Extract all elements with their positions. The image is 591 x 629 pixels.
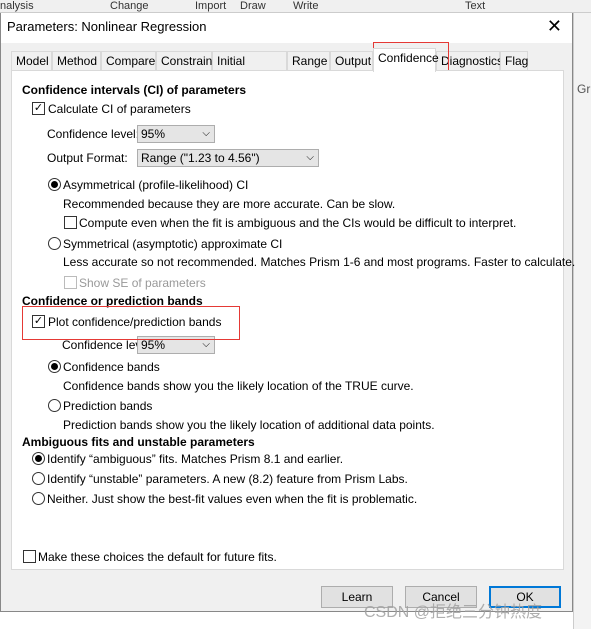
neither-radio[interactable] <box>32 492 45 505</box>
conf-bands-desc: Confidence bands show you the likely loc… <box>63 379 414 393</box>
calc-ci-checkbox[interactable]: ✓ <box>32 102 45 115</box>
title-bar: Parameters: Nonlinear Regression ✕ <box>1 13 572 43</box>
watermark: CSDN @拒绝三分钟热度 <box>364 604 543 621</box>
nonlinear-regression-dialog: Parameters: Nonlinear Regression ✕ Model… <box>0 12 576 612</box>
asym-label: Asymmetrical (profile-likelihood) CI <box>63 178 249 192</box>
tab-method[interactable]: Method <box>52 51 101 70</box>
se-checkbox[interactable] <box>64 276 77 289</box>
tab-initial-values[interactable]: Initial values <box>212 51 287 87</box>
chevron-down-icon: ⌵ <box>202 128 210 139</box>
close-icon[interactable]: ✕ <box>547 16 562 37</box>
pred-bands-radio[interactable] <box>48 399 61 412</box>
neither-label: Neither. Just show the best-fit values e… <box>47 492 418 506</box>
format-label: Output Format: <box>47 151 128 165</box>
bg-menu-item: Draw <box>240 0 266 12</box>
tab-model[interactable]: Model <box>11 51 52 70</box>
dialog-title: Parameters: Nonlinear Regression <box>7 19 207 34</box>
format-select[interactable]: Range ("1.23 to 4.56") ⌵ <box>137 149 319 167</box>
ambiguous-radio[interactable] <box>32 452 45 465</box>
unstable-radio[interactable] <box>32 472 45 485</box>
ci-level-select[interactable]: 95% ⌵ <box>137 125 215 143</box>
ambiguous-label: Identify “ambiguous” fits. Matches Prism… <box>47 452 344 466</box>
tab-confidence[interactable]: Confidence <box>373 48 439 72</box>
sym-desc: Less accurate so not recommended. Matche… <box>63 255 576 269</box>
se-label: Show SE of parameters <box>79 276 206 290</box>
bg-text: Gr <box>577 82 591 96</box>
asym-desc: Recommended because they are more accura… <box>63 197 396 211</box>
default-checkbox[interactable] <box>23 550 36 563</box>
tab-output[interactable]: Output <box>330 51 373 70</box>
tab-constrain[interactable]: Constrain <box>156 51 212 70</box>
ci-heading: Confidence intervals (CI) of parameters <box>22 83 247 97</box>
bg-menu-item: Change <box>110 0 149 12</box>
bg-menu-item: Import <box>195 0 227 12</box>
background-sheet: Gr <box>573 12 591 629</box>
calc-ci-label: Calculate CI of parameters <box>48 102 191 116</box>
ci-level-label: Confidence level: <box>47 127 140 141</box>
conf-bands-radio[interactable] <box>48 360 61 373</box>
sym-label: Symmetrical (asymptotic) approximate CI <box>63 237 283 251</box>
highlight-box <box>22 306 240 340</box>
asym-radio[interactable] <box>48 178 61 191</box>
bands-level-value: 95% <box>141 338 166 352</box>
sym-radio[interactable] <box>48 237 61 250</box>
bg-menu-item: Text <box>465 0 486 12</box>
pred-bands-desc: Prediction bands show you the likely loc… <box>63 418 435 432</box>
ci-level-value: 95% <box>141 127 166 141</box>
ambiguous-heading: Ambiguous fits and unstable parameters <box>22 435 255 449</box>
bg-menu-item: Write <box>293 0 319 12</box>
compute-label: Compute even when the fit is ambiguous a… <box>79 216 517 230</box>
pred-bands-label: Prediction bands <box>63 399 153 413</box>
format-value: Range ("1.23 to 4.56") <box>141 151 260 165</box>
tab-flag[interactable]: Flag <box>500 51 528 70</box>
tab-compare[interactable]: Compare <box>101 51 156 70</box>
tab-range[interactable]: Range <box>287 51 330 70</box>
conf-bands-label: Confidence bands <box>63 360 160 374</box>
compute-checkbox[interactable] <box>64 216 77 229</box>
unstable-label: Identify “unstable” parameters. A new (8… <box>47 472 408 486</box>
chevron-down-icon: ⌵ <box>306 152 314 163</box>
background-menu: nalysis Change Import Draw Write Text <box>0 0 591 13</box>
default-label: Make these choices the default for futur… <box>38 550 277 564</box>
bg-menu-item: nalysis <box>0 0 34 12</box>
